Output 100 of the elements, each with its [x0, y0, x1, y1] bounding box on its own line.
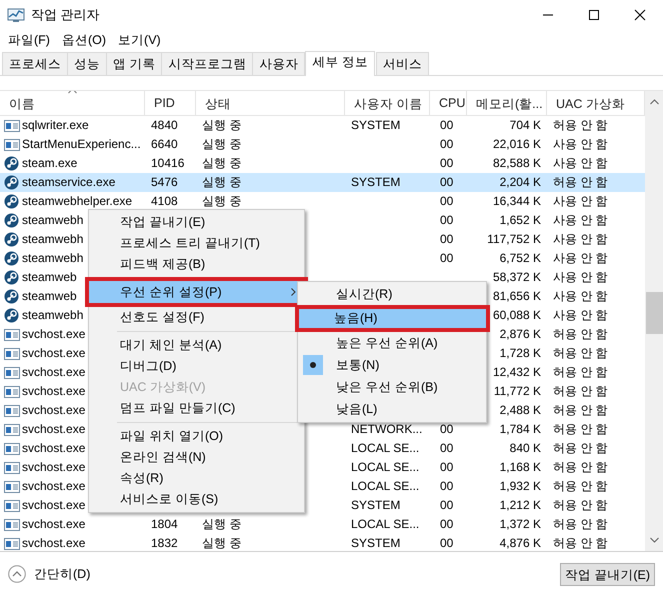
steam-process-icon [4, 308, 20, 324]
table-cell-text: 00 [439, 193, 454, 210]
table-cell-text: 사용 안 함 [552, 231, 608, 248]
process-name: svchost.exe [22, 516, 86, 533]
table-cell-text: 00 [439, 174, 454, 191]
table-cell-text: 사용 안 함 [552, 250, 608, 267]
menu-item[interactable]: 온라인 검색(N) [89, 447, 295, 468]
scrollbar-thumb[interactable] [646, 292, 662, 334]
steam-process-icon [4, 174, 20, 190]
table-cell-text: 6,752 K [498, 250, 542, 267]
table-cell-text: 실행 중 [201, 174, 242, 191]
end-task-button[interactable]: 작업 끝내기(E) [560, 562, 655, 586]
table-cell-text: 허용 안 함 [552, 326, 608, 343]
process-window-icon [4, 136, 20, 152]
table-cell-text: 허용 안 함 [552, 459, 608, 476]
process-name: steam.exe [22, 155, 78, 172]
steam-process-icon [4, 212, 20, 228]
table-cell-text: 1,728 K [498, 345, 542, 362]
steam-process-icon [4, 250, 20, 266]
table-cell-text: 허용 안 함 [552, 383, 608, 400]
steam-process-icon [4, 232, 20, 248]
tab[interactable]: 세부 정보 [305, 51, 375, 76]
menu-item[interactable]: 우선 순위 설정(P) [85, 277, 308, 307]
column-header[interactable]: 이름 [0, 91, 145, 115]
menu-item[interactable]: 높음(H) [295, 305, 490, 332]
tab[interactable]: 서비스 [376, 52, 429, 75]
tab[interactable]: 프로세스 [2, 52, 68, 75]
menu-item[interactable]: 프로세스 트리 끝내기(T) [89, 233, 295, 254]
menu-item[interactable]: 보통(N) [298, 354, 486, 376]
menu-item[interactable]: 옵션(O) [56, 30, 112, 51]
table-cell-text: 허용 안 함 [552, 535, 608, 551]
menu-item[interactable]: 낮은 우선 순위(B) [298, 376, 486, 398]
process-name: svchost.exe [22, 459, 86, 476]
menu-item[interactable]: 서비스로 이동(S) [89, 489, 295, 510]
process-name: svchost.exe [22, 440, 86, 457]
tab[interactable]: 앱 기록 [106, 52, 162, 75]
tab[interactable]: 사용자 [252, 52, 306, 75]
table-cell-text: 실행 중 [201, 535, 242, 551]
menu-item[interactable]: 파일(F) [2, 30, 56, 51]
table-cell-text: 2,204 K [498, 174, 542, 191]
table-cell-text: 00 [439, 459, 454, 476]
process-name: steamservice.exe [22, 174, 116, 191]
table-cell-text: 실행 중 [201, 516, 242, 533]
process-window-icon [4, 478, 20, 494]
table-cell-text: 00 [439, 478, 454, 495]
menu-item[interactable]: 디버그(D) [89, 356, 295, 377]
tab[interactable]: 성능 [67, 52, 107, 75]
menu-item[interactable]: 높은 우선 순위(A) [298, 332, 486, 354]
process-name: svchost.exe [22, 421, 86, 438]
steam-process-icon [4, 194, 20, 210]
menu-item[interactable]: 낮음(L) [298, 398, 486, 420]
table-cell-text: LOCAL SE... [350, 478, 420, 495]
table-cell-text: 사용 안 함 [552, 193, 608, 210]
process-window-icon [4, 384, 20, 400]
column-header[interactable]: 상태 [196, 91, 345, 115]
table-cell-text: 00 [439, 440, 454, 457]
table-cell-text: 실행 중 [201, 117, 242, 134]
chevron-right-icon [291, 288, 296, 296]
process-window-icon [4, 460, 20, 476]
table-cell-text: 00 [439, 516, 454, 533]
menu-item[interactable]: 피드백 제공(B) [89, 254, 295, 275]
table-cell-text: 4108 [150, 193, 178, 210]
collapse-link[interactable]: 간단히(D) [34, 566, 90, 582]
column-header[interactable]: CPU [430, 91, 467, 115]
process-name: steamwebhelper.exe [22, 193, 132, 210]
process-name: steamweb [22, 269, 77, 286]
table-cell-text: 00 [439, 250, 454, 267]
menu-item[interactable]: 덤프 파일 만들기(C) [89, 398, 295, 419]
menu-item[interactable]: 선호도 설정(F) [89, 307, 295, 328]
process-name: svchost.exe [22, 326, 86, 343]
process-window-icon [4, 402, 20, 418]
process-window-icon [4, 516, 20, 532]
process-window-icon [4, 498, 20, 514]
column-header[interactable]: 사용자 이름 [345, 91, 430, 115]
selected-table-row[interactable]: steamservice.exe 5476 실행 중 SYSTEM 00 2,204 K 허용 안 함 [0, 173, 645, 192]
menu-item[interactable]: 작업 끝내기(E) [89, 212, 295, 233]
scroll-down-icon [650, 537, 658, 543]
app-icon [7, 7, 25, 23]
table-cell-text: 허용 안 함 [552, 440, 608, 457]
table-cell-text: 실행 중 [201, 136, 242, 153]
table-cell-text: 1832 [150, 535, 178, 551]
menu-item[interactable]: 보기(V) [112, 30, 167, 51]
table-cell-text: 81,656 K [492, 288, 542, 305]
table-cell-text: 허용 안 함 [552, 497, 608, 514]
table-cell-text: 허용 안 함 [552, 478, 608, 495]
table-cell-text: 704 K [508, 117, 542, 134]
table-cell-text: LOCAL SE... [350, 516, 420, 533]
column-header[interactable]: 메모리(활... [467, 91, 547, 115]
column-header[interactable]: PID [145, 91, 196, 115]
tab[interactable]: 시작프로그램 [161, 52, 254, 75]
process-name: svchost.exe [22, 402, 86, 419]
table-cell-text: 실행 중 [201, 155, 242, 172]
menu-item[interactable]: 대기 체인 분석(A) [89, 335, 295, 356]
table-cell-text: SYSTEM [350, 535, 400, 551]
table-cell-text: 00 [439, 421, 454, 438]
menu-item[interactable]: 파일 위치 열기(O) [89, 426, 295, 447]
table-cell-text: 22,016 K [492, 136, 542, 153]
table-cell-text: 840 K [508, 440, 542, 457]
table-cell-text: 60,088 K [492, 307, 542, 324]
menu-item[interactable]: 속성(R) [89, 468, 295, 489]
